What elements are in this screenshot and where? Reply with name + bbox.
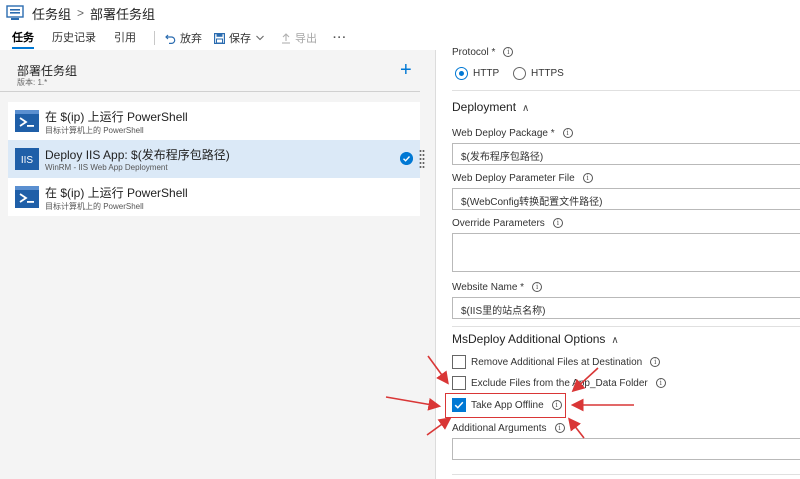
more-options-button[interactable]: ··· (333, 32, 347, 44)
powershell-icon (15, 110, 39, 132)
tab-references[interactable]: 引用 (114, 27, 136, 49)
tab-tasks[interactable]: 任务 (12, 27, 34, 49)
save-label: 保存 (229, 33, 251, 45)
discard-button[interactable]: 放弃 (165, 30, 202, 46)
powershell-icon (15, 186, 39, 208)
task-subtitle: WinRM - IIS Web App Deployment (45, 163, 168, 172)
annotation-highlight-box (445, 393, 566, 418)
additional-args-input[interactable] (452, 438, 800, 460)
web-deploy-param-input[interactable]: $(WebConfig转换配置文件路径) (452, 188, 800, 210)
task-item[interactable]: 在 $(ip) 上运行 PowerShell 目标计算机上的 PowerShel… (8, 102, 420, 140)
save-button[interactable]: 保存 (214, 30, 269, 46)
info-icon[interactable]: i (655, 378, 666, 389)
breadcrumb-root[interactable]: 任务组 (32, 4, 71, 23)
task-group-version: 版本: 1.* (17, 78, 48, 87)
toolbar-divider (154, 31, 155, 45)
info-icon[interactable]: i (650, 357, 661, 368)
add-task-button[interactable]: + (400, 60, 412, 80)
task-name: 在 $(ip) 上运行 PowerShell (45, 186, 188, 200)
task-group-header: 部署任务组 版本: 1.* + (0, 50, 420, 92)
export-label: 导出 (295, 33, 317, 45)
breadcrumb-current: 部署任务组 (90, 6, 156, 22)
save-icon (214, 32, 225, 44)
info-icon[interactable]: i (552, 218, 563, 229)
msdeploy-section-title: MsDeploy Additional Options (452, 332, 606, 346)
task-subtitle: 目标计算机上的 PowerShell (45, 202, 144, 211)
exclude-files-label: Exclude Files from the App_Data Folder i (471, 378, 666, 389)
msdeploy-section-toggle[interactable]: MsDeploy Additional Options ∧ (452, 332, 619, 346)
website-name-input[interactable]: $(IIS里的站点名称) (452, 297, 800, 319)
chevron-up-icon: ∧ (522, 103, 530, 114)
drag-handle-icon[interactable] (419, 149, 425, 169)
radio-https-label: HTTPS (531, 68, 564, 79)
info-icon[interactable]: i (554, 423, 565, 434)
section-divider (452, 474, 800, 475)
web-deploy-param-label: Web Deploy Parameter File i (452, 173, 593, 184)
task-item[interactable]: 在 $(ip) 上运行 PowerShell 目标计算机上的 PowerShel… (8, 178, 420, 216)
web-deploy-package-input[interactable]: $(发布程序包路径) (452, 143, 800, 165)
remove-files-checkbox[interactable] (452, 355, 466, 369)
toolbar: 任务 历史记录 引用 放弃 保存 导出 ··· (0, 26, 800, 50)
info-icon[interactable]: i (503, 47, 514, 58)
task-name: Deploy IIS App: $(发布程序包路径) (45, 148, 230, 162)
protocol-label: Protocol * i (452, 47, 514, 58)
checkmark-icon (400, 152, 413, 165)
task-list-panel: 部署任务组 版本: 1.* + 在 $(ip) 上运行 PowerShell 目… (0, 50, 436, 479)
section-divider (452, 90, 800, 91)
task-group-icon (6, 5, 24, 20)
exclude-files-checkbox[interactable] (452, 376, 466, 390)
undo-icon (165, 34, 176, 44)
deployment-section-toggle[interactable]: Deployment ∧ (452, 100, 529, 114)
radio-http-label: HTTP (473, 68, 500, 79)
radio-http[interactable] (455, 67, 468, 80)
task-item-selected[interactable]: IIS Deploy IIS App: $(发布程序包路径) WinRM - I… (8, 140, 425, 178)
remove-files-label: Remove Additional Files at Destination i (471, 357, 661, 368)
info-icon[interactable]: i (582, 173, 593, 184)
website-name-label: Website Name * i (452, 282, 543, 293)
section-divider (452, 326, 800, 327)
svg-text:IIS: IIS (21, 155, 34, 166)
task-name: 在 $(ip) 上运行 PowerShell (45, 110, 188, 124)
override-params-label: Override Parameters i (452, 218, 563, 229)
radio-https[interactable] (513, 67, 526, 80)
breadcrumb-separator: > (77, 6, 85, 20)
iis-icon: IIS (15, 148, 39, 170)
chevron-down-icon[interactable] (255, 34, 265, 42)
discard-label: 放弃 (180, 33, 202, 45)
deployment-section-title: Deployment (452, 100, 517, 114)
export-button[interactable]: 导出 (281, 30, 317, 46)
additional-args-label: Additional Arguments i (452, 423, 565, 434)
info-icon[interactable]: i (532, 282, 543, 293)
info-icon[interactable]: i (562, 128, 573, 139)
chevron-up-icon: ∧ (611, 335, 619, 346)
web-deploy-package-label: Web Deploy Package * i (452, 128, 573, 139)
breadcrumb: 任务组 > 部署任务组 (0, 0, 800, 26)
override-params-input[interactable] (452, 233, 800, 272)
tab-history[interactable]: 历史记录 (52, 27, 96, 49)
export-icon (282, 32, 290, 44)
task-subtitle: 目标计算机上的 PowerShell (45, 126, 144, 135)
